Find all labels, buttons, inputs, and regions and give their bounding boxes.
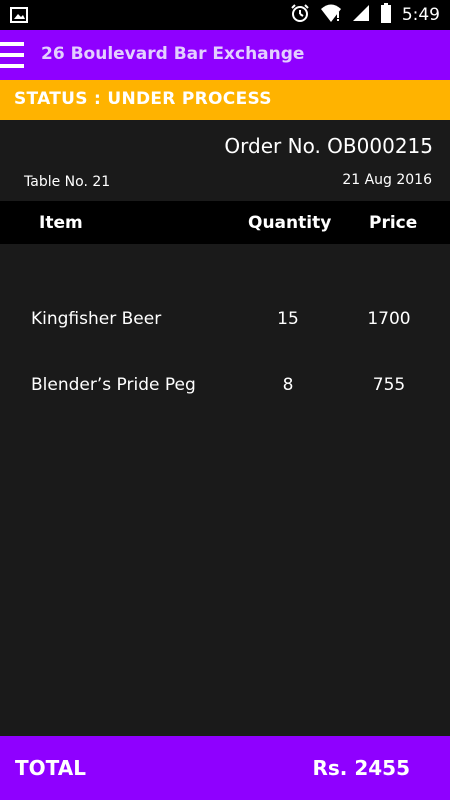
total-amount: Rs. 2455 xyxy=(312,756,410,780)
order-table-header: Item Quantity Price xyxy=(0,201,450,244)
table-number: Table No. 21 xyxy=(24,174,111,190)
header-item: Item xyxy=(39,213,83,233)
row-item-name: Blender’s Pride Peg xyxy=(31,375,196,395)
table-row: Blender’s Pride Peg 8 755 xyxy=(0,375,450,405)
order-status-banner: STATUS : UNDER PROCESS xyxy=(0,80,450,120)
order-date: 21 Aug 2016 xyxy=(342,172,432,188)
app-bar: 26 Boulevard Bar Exchange xyxy=(0,30,450,80)
table-row: Kingfisher Beer 15 1700 xyxy=(0,309,450,339)
row-quantity: 15 xyxy=(277,309,299,329)
alarm-icon xyxy=(290,3,310,27)
battery-icon xyxy=(380,3,392,27)
order-status-text: STATUS : UNDER PROCESS xyxy=(14,89,272,109)
row-price: 755 xyxy=(372,375,406,395)
total-footer: TOTAL Rs. 2455 xyxy=(0,736,450,800)
app-title: 26 Boulevard Bar Exchange xyxy=(41,44,305,64)
total-label: TOTAL xyxy=(15,756,86,780)
row-quantity: 8 xyxy=(282,375,294,395)
hamburger-menu-icon[interactable] xyxy=(0,42,24,68)
image-icon xyxy=(10,6,28,28)
row-price: 1700 xyxy=(367,309,411,329)
order-number: Order No. OB000215 xyxy=(224,134,433,158)
wifi-icon xyxy=(320,3,342,27)
clock-time: 5:49 xyxy=(401,5,440,25)
signal-icon xyxy=(352,4,370,26)
header-price: Price xyxy=(369,213,418,233)
row-item-name: Kingfisher Beer xyxy=(31,309,162,329)
system-status-bar: 5:49 xyxy=(0,0,450,30)
header-quantity: Quantity xyxy=(248,213,332,233)
